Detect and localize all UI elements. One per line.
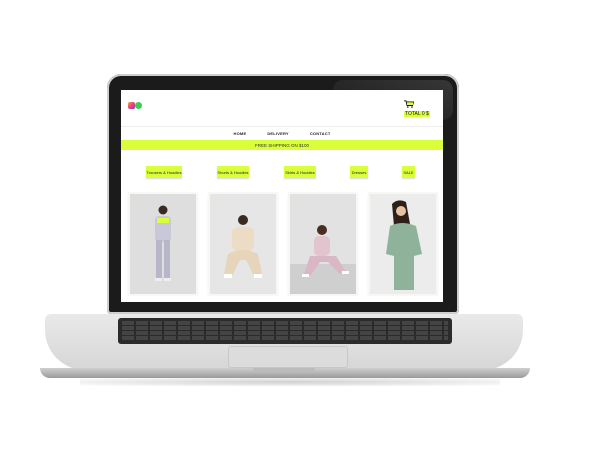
- category-shorts-hoodies[interactable]: Shorts & Hoodies: [217, 166, 249, 178]
- shopping-cart-icon[interactable]: [404, 100, 414, 108]
- main-nav: HOME DELIVERY CONTACT: [121, 127, 443, 139]
- nav-contact[interactable]: CONTACT: [310, 131, 331, 136]
- category-sale[interactable]: SALE: [402, 166, 415, 178]
- product-card[interactable]: [130, 194, 196, 294]
- instagram-icon[interactable]: [128, 102, 135, 109]
- category-dresses[interactable]: Dresses: [350, 166, 368, 178]
- cart-total[interactable]: TOTAL 0 $: [404, 111, 430, 117]
- category-skirts-hoodies[interactable]: Skirts & Hoodies: [284, 166, 316, 178]
- keyboard: [118, 318, 452, 344]
- category-trousers-hoodies[interactable]: Trousers & Hoodies: [146, 166, 182, 178]
- laptop-screen: TOTAL 0 $ HOME DELIVERY CONTACT FREE SHI…: [121, 90, 443, 302]
- shipping-banner: FREE SHIPPING ON $100: [121, 140, 443, 150]
- product-card[interactable]: [370, 194, 436, 294]
- product-photo: [210, 194, 276, 294]
- laptop-shadow: [80, 378, 500, 386]
- nav-delivery[interactable]: DELIVERY: [267, 131, 288, 136]
- screen-bottom-strip: [121, 296, 443, 302]
- product-photo: [370, 194, 436, 294]
- site-header: TOTAL 0 $: [121, 90, 443, 127]
- product-photo: [130, 194, 196, 294]
- product-photo: [290, 194, 356, 294]
- nav-home[interactable]: HOME: [234, 131, 247, 136]
- product-card[interactable]: [210, 194, 276, 294]
- whatsapp-icon[interactable]: [135, 102, 142, 109]
- trackpad: [228, 346, 348, 368]
- product-card[interactable]: [290, 194, 356, 294]
- laptop-notch: [253, 368, 315, 372]
